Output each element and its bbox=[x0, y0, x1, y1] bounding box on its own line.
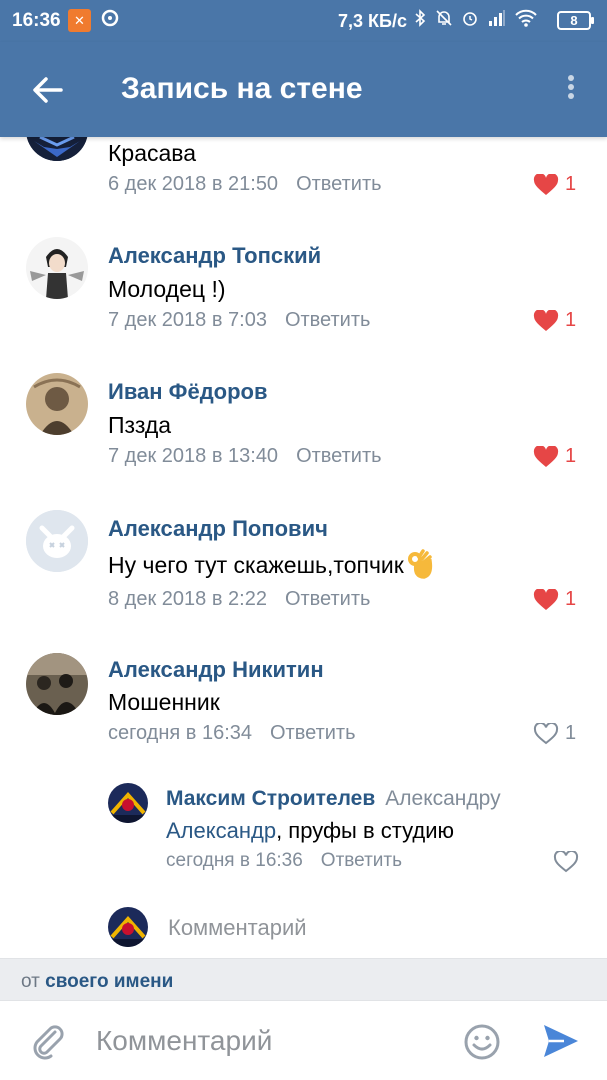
comment-text: Александр, пруфы в студию bbox=[166, 818, 454, 844]
like-count: 1 bbox=[565, 173, 577, 196]
like-count: 1 bbox=[565, 588, 577, 611]
bluetooth-icon bbox=[415, 9, 426, 27]
mute-icon bbox=[436, 10, 452, 26]
status-time: 16:36 bbox=[12, 10, 61, 31]
like-button[interactable]: 1 bbox=[533, 587, 577, 611]
reply-author-name[interactable]: Максим Строителев bbox=[166, 787, 375, 810]
send-icon[interactable] bbox=[540, 1021, 582, 1061]
comment-text: Пззда bbox=[108, 412, 172, 438]
like-count: 1 bbox=[565, 445, 577, 468]
avatar[interactable] bbox=[26, 653, 88, 715]
comment-date: сегодня в 16:36 bbox=[166, 850, 303, 871]
avatar[interactable] bbox=[108, 783, 148, 823]
avatar[interactable] bbox=[26, 510, 88, 572]
comment-meta: 7 дек 2018 в 7:03 Ответить bbox=[108, 309, 370, 332]
reply-comment-box[interactable]: Комментарий bbox=[108, 905, 588, 955]
like-button[interactable]: 1 bbox=[533, 444, 577, 468]
author-name[interactable]: Иван Фёдоров bbox=[108, 379, 268, 405]
like-button[interactable] bbox=[553, 849, 579, 873]
heart-filled-icon bbox=[533, 172, 559, 195]
avatar[interactable] bbox=[26, 137, 88, 161]
author-name[interactable]: Александр Топский bbox=[108, 243, 321, 269]
comment-text: Ну чего тут скажешь,топчик bbox=[108, 549, 434, 585]
battery-indicator: 8 bbox=[557, 11, 594, 30]
back-arrow-icon[interactable] bbox=[28, 70, 68, 110]
attach-icon[interactable] bbox=[28, 1021, 68, 1061]
avatar[interactable] bbox=[26, 237, 88, 299]
post-as-selector[interactable]: своего имени bbox=[45, 971, 173, 992]
mention-link[interactable]: Александр bbox=[166, 818, 276, 843]
like-button[interactable]: 1 bbox=[533, 172, 577, 196]
comment-meta: 7 дек 2018 в 13:40 Ответить bbox=[108, 445, 382, 468]
signal-icon bbox=[489, 10, 506, 26]
reply-button[interactable]: Ответить bbox=[285, 588, 371, 610]
status-bar: 16:36 ✕ 7,3 КБ/с 8 bbox=[0, 0, 607, 42]
like-count: 1 bbox=[565, 309, 577, 332]
comment-date: 8 дек 2018 в 2:22 bbox=[108, 588, 267, 610]
author-name[interactable]: Александр Никитин bbox=[108, 657, 324, 683]
alarm-icon bbox=[463, 12, 478, 26]
wifi-icon bbox=[515, 9, 537, 27]
network-speed: 7,3 КБ/с bbox=[338, 11, 407, 31]
post-as-bar: от своего имени bbox=[0, 958, 607, 1000]
heart-filled-icon bbox=[533, 308, 559, 331]
heart-filled-icon bbox=[533, 444, 559, 467]
reply-comment-input[interactable]: Комментарий bbox=[168, 915, 307, 941]
heart-outline-icon bbox=[553, 849, 579, 872]
notification-icon: ✕ bbox=[68, 9, 91, 32]
heart-filled-icon bbox=[533, 587, 559, 610]
reply-text: , пруфы в студию bbox=[276, 818, 455, 843]
more-options-icon[interactable] bbox=[556, 72, 586, 108]
page-title: Запись на стене bbox=[121, 72, 363, 105]
post-as-prefix: от bbox=[21, 971, 40, 992]
avatar[interactable] bbox=[26, 373, 88, 435]
reply-button[interactable]: Ответить bbox=[270, 722, 356, 744]
comment-date: 6 дек 2018 в 21:50 bbox=[108, 173, 279, 195]
comment-meta: сегодня в 16:36 Ответить bbox=[166, 850, 402, 872]
comment-text-content: Ну чего тут скажешь,топчик bbox=[108, 552, 404, 579]
like-button[interactable]: 1 bbox=[533, 721, 577, 745]
comment-input[interactable]: Комментарий bbox=[96, 1025, 272, 1057]
comment-input-bar: Комментарий bbox=[0, 1000, 607, 1080]
comment-meta: 6 дек 2018 в 21:50 Ответить bbox=[108, 173, 382, 196]
like-button[interactable]: 1 bbox=[533, 308, 577, 332]
ok-hand-emoji-icon bbox=[406, 549, 434, 585]
system-icons bbox=[414, 9, 537, 32]
reply-to-label: Александру bbox=[385, 787, 501, 810]
reply-button[interactable]: Ответить bbox=[285, 309, 371, 331]
comment-date: 7 дек 2018 в 7:03 bbox=[108, 309, 267, 331]
comment-date: 7 дек 2018 в 13:40 bbox=[108, 445, 279, 467]
reply-button[interactable]: Ответить bbox=[296, 173, 382, 195]
emoji-icon[interactable] bbox=[462, 1022, 502, 1062]
author-name[interactable]: Максим Строителев Александру bbox=[166, 787, 501, 811]
reply-button[interactable]: Ответить bbox=[296, 445, 382, 467]
author-name[interactable]: Александр Попович bbox=[108, 516, 328, 542]
comment-text: Мошенник bbox=[108, 689, 220, 715]
comment-date: сегодня в 16:34 bbox=[108, 722, 252, 744]
heart-outline-icon bbox=[533, 721, 559, 744]
comments-list[interactable]: Красава 6 дек 2018 в 21:50 Ответить 1 Але… bbox=[0, 137, 607, 958]
comment-text: Красава bbox=[108, 140, 197, 166]
reply-button[interactable]: Ответить bbox=[321, 850, 402, 871]
comment-meta: 8 дек 2018 в 2:22 Ответить bbox=[108, 588, 370, 611]
chat-notification-icon bbox=[100, 8, 120, 33]
like-count: 1 bbox=[565, 722, 577, 745]
avatar bbox=[108, 907, 148, 947]
comment-text: Молодец !) bbox=[108, 276, 226, 302]
comment-meta: сегодня в 16:34 Ответить bbox=[108, 722, 356, 745]
app-bar: Запись на стене bbox=[0, 42, 607, 137]
